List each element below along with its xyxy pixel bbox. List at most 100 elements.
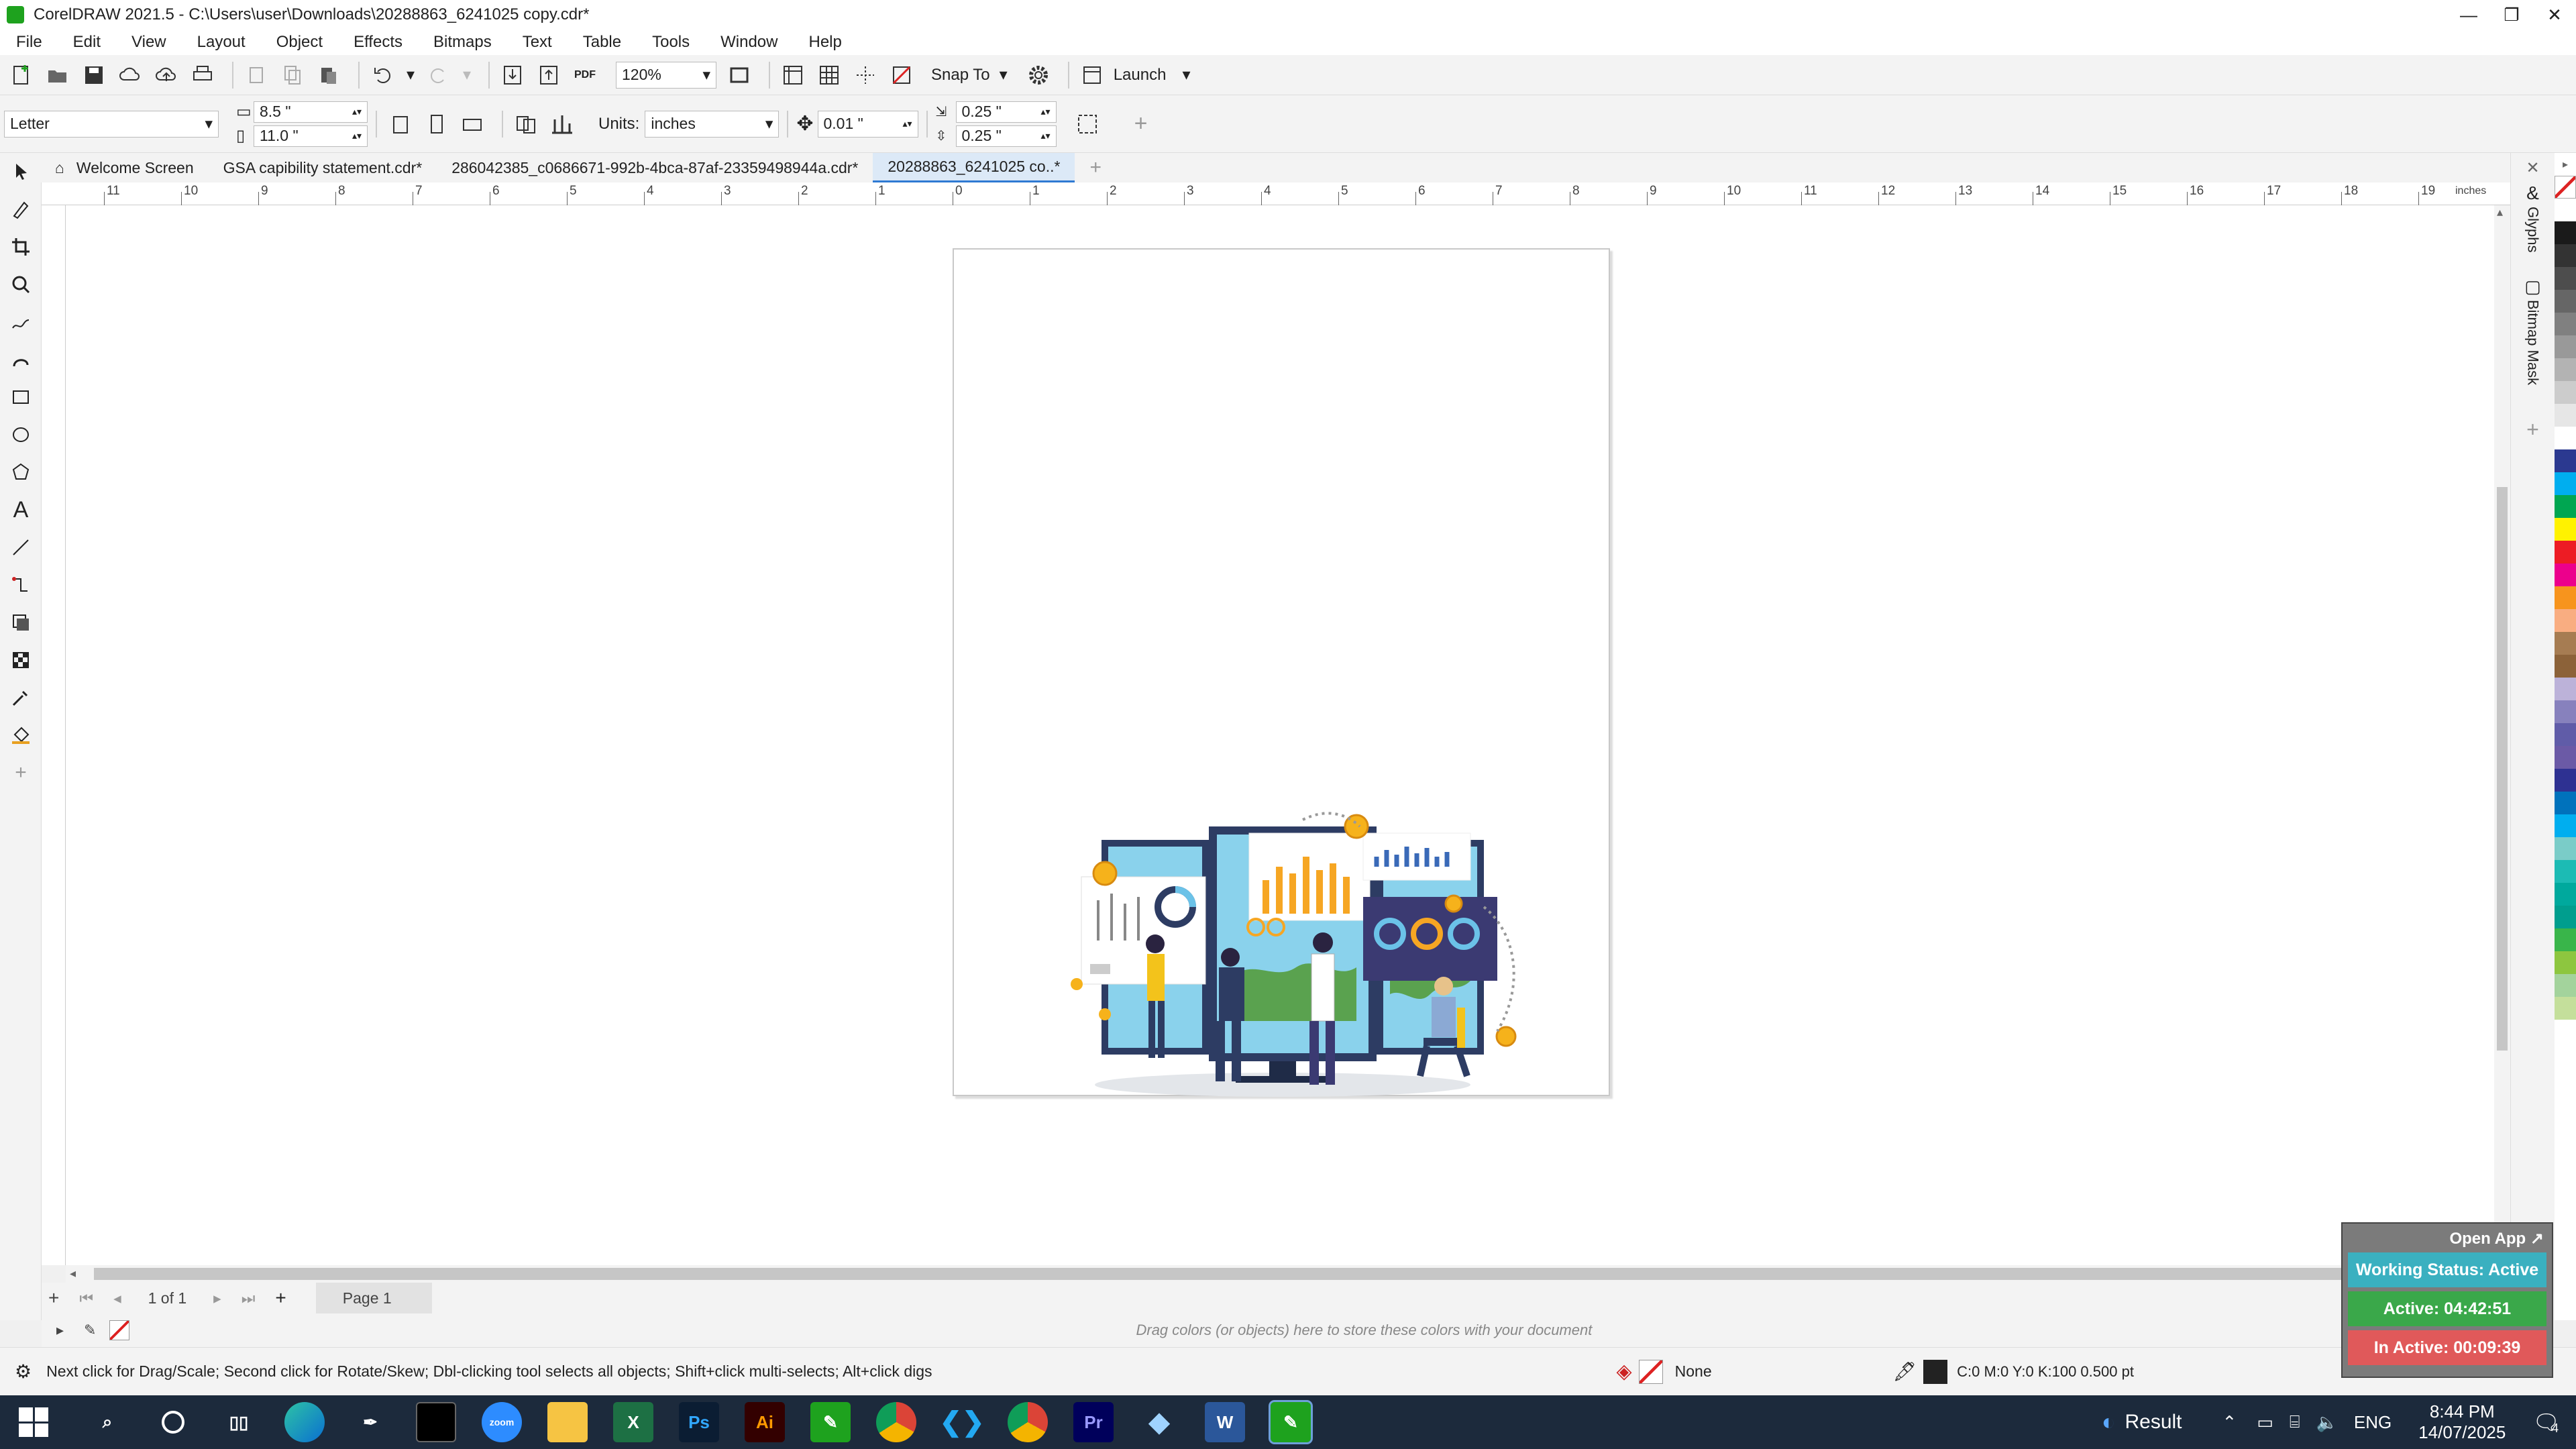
- chrome-icon[interactable]: [876, 1402, 916, 1442]
- palette-swatch[interactable]: [2555, 678, 2576, 700]
- palette-swatch[interactable]: [2555, 518, 2576, 541]
- palette-swatch[interactable]: [2555, 814, 2576, 837]
- bleed-icon[interactable]: [547, 109, 577, 139]
- start-button-icon[interactable]: [19, 1407, 48, 1437]
- add-page-before-icon[interactable]: +: [48, 1287, 59, 1309]
- diamond-app-icon[interactable]: ◆: [1139, 1402, 1179, 1442]
- palette-swatch[interactable]: [2555, 221, 2576, 244]
- eyedropper-tool-icon[interactable]: [0, 679, 42, 716]
- menu-table[interactable]: Table: [583, 33, 621, 52]
- palette-swatch[interactable]: [2555, 313, 2576, 335]
- excel-icon[interactable]: X: [613, 1402, 653, 1442]
- menu-object[interactable]: Object: [276, 33, 323, 52]
- ellipse-tool-icon[interactable]: [0, 416, 42, 453]
- page-height-input[interactable]: 11.0 " ▴▾: [254, 125, 368, 147]
- menu-edit[interactable]: Edit: [73, 33, 101, 52]
- import-icon[interactable]: [498, 60, 527, 90]
- document-palette-no-color-swatch[interactable]: [109, 1320, 130, 1340]
- premiere-icon[interactable]: Pr: [1073, 1402, 1114, 1442]
- palette-swatch[interactable]: [2555, 267, 2576, 290]
- coreldraw-active-taskbar-icon[interactable]: ✎: [1269, 1400, 1313, 1444]
- palette-swatch[interactable]: [2555, 335, 2576, 358]
- no-color-swatch[interactable]: [2555, 176, 2576, 199]
- palette-swatch[interactable]: [2555, 655, 2576, 678]
- save-icon[interactable]: [79, 60, 109, 90]
- snap-to-label[interactable]: Snap To: [931, 66, 990, 85]
- interactive-fill-tool-icon[interactable]: [0, 716, 42, 754]
- palette-swatch[interactable]: [2555, 609, 2576, 632]
- palette-swatch[interactable]: [2555, 564, 2576, 586]
- tab-gsa-capability[interactable]: GSA capibility statement.cdr*: [209, 153, 437, 182]
- open-app-button[interactable]: Open App ↗: [2343, 1224, 2552, 1248]
- bitmap-mask-docker-tab[interactable]: ▢ Bitmap Mask: [2511, 276, 2555, 411]
- previous-page-icon[interactable]: ◂: [113, 1289, 121, 1307]
- redo-dropdown-icon[interactable]: ▾: [460, 60, 474, 90]
- shape-tool-icon[interactable]: [0, 191, 42, 228]
- zoom-app-icon[interactable]: zoom: [482, 1402, 522, 1442]
- page-1-tab[interactable]: Page 1: [315, 1283, 432, 1313]
- coreldraw-taskbar-icon[interactable]: ✎: [810, 1402, 851, 1442]
- page-size-select[interactable]: Letter ▾: [4, 110, 219, 138]
- transparency-tool-icon[interactable]: [0, 641, 42, 679]
- redo-icon[interactable]: [424, 60, 453, 90]
- palette-swatch[interactable]: [2555, 883, 2576, 906]
- pen-app-icon[interactable]: ✒: [350, 1402, 390, 1442]
- tab-welcome-screen[interactable]: ⌂ Welcome Screen: [40, 153, 209, 182]
- show-guidelines-icon[interactable]: [851, 60, 880, 90]
- freehand-tool-icon[interactable]: [0, 303, 42, 341]
- export-icon[interactable]: [534, 60, 564, 90]
- document-palette-expand-icon[interactable]: ▸: [56, 1322, 64, 1339]
- file-explorer-icon[interactable]: [547, 1402, 588, 1442]
- landscape-icon[interactable]: [458, 109, 487, 139]
- palette-swatch[interactable]: [2555, 974, 2576, 997]
- add-docker-icon[interactable]: +: [2511, 417, 2555, 442]
- crop-tool-icon[interactable]: [0, 228, 42, 266]
- nudge-distance-input[interactable]: 0.01 " ▴▾: [817, 110, 918, 138]
- edge-icon[interactable]: [284, 1402, 325, 1442]
- units-select[interactable]: inches ▾: [645, 110, 780, 138]
- undo-dropdown-icon[interactable]: ▾: [404, 60, 417, 90]
- new-tab-icon[interactable]: +: [1075, 153, 1116, 182]
- photoshop-icon[interactable]: Ps: [679, 1402, 719, 1442]
- page-width-input[interactable]: 8.5 " ▴▾: [254, 101, 368, 123]
- cloud-icon[interactable]: [115, 60, 145, 90]
- display-icon[interactable]: ▭: [2257, 1412, 2273, 1433]
- vscode-icon[interactable]: ❮❯: [939, 1402, 984, 1442]
- page-layout-icon[interactable]: [511, 109, 541, 139]
- menu-view[interactable]: View: [131, 33, 166, 52]
- launch-icon[interactable]: [1077, 60, 1107, 90]
- palette-swatch[interactable]: [2555, 449, 2576, 472]
- outline-color-swatch[interactable]: [1923, 1359, 1948, 1384]
- first-page-icon[interactable]: ⏮: [79, 1289, 93, 1307]
- tab-286042385[interactable]: 286042385_c0686671-992b-4bca-87af-233594…: [437, 153, 873, 182]
- cut-icon[interactable]: [241, 60, 271, 90]
- show-grid-icon[interactable]: [814, 60, 844, 90]
- treat-as-filled-icon[interactable]: [1073, 109, 1102, 139]
- palette-swatch[interactable]: [2555, 199, 2576, 221]
- add-icon[interactable]: +: [1126, 109, 1156, 139]
- palette-swatch[interactable]: [2555, 860, 2576, 883]
- color-eyedropper-icon[interactable]: ✎: [84, 1322, 96, 1339]
- horizontal-scroll-thumb[interactable]: [94, 1268, 2375, 1280]
- minimize-button[interactable]: —: [2447, 0, 2490, 30]
- no-fill-swatch[interactable]: [1638, 1359, 1663, 1384]
- palette-swatch[interactable]: [2555, 404, 2576, 427]
- volume-icon[interactable]: 🔈: [2316, 1412, 2338, 1433]
- palette-swatch[interactable]: [2555, 769, 2576, 792]
- palette-swatch[interactable]: [2555, 928, 2576, 951]
- tab-20288863-active[interactable]: 20288863_6241025 co..*: [873, 153, 1075, 182]
- launch-label[interactable]: Launch: [1114, 66, 1167, 85]
- next-page-icon[interactable]: ▸: [213, 1289, 221, 1307]
- palette-swatch[interactable]: [2555, 792, 2576, 814]
- terminal-icon[interactable]: [416, 1402, 456, 1442]
- zoom-level-select[interactable]: 120% ▾: [616, 61, 716, 89]
- palette-swatch[interactable]: [2555, 244, 2576, 267]
- palette-swatch[interactable]: [2555, 495, 2576, 518]
- palette-swatch[interactable]: [2555, 700, 2576, 723]
- palette-swatch[interactable]: [2555, 472, 2576, 495]
- document-page[interactable]: [953, 248, 1610, 1097]
- scroll-up-arrow-icon[interactable]: ▴: [2497, 205, 2503, 219]
- illustrator-icon[interactable]: Ai: [745, 1402, 785, 1442]
- menu-help[interactable]: Help: [808, 33, 841, 52]
- chrome-profile-icon[interactable]: [1008, 1402, 1048, 1442]
